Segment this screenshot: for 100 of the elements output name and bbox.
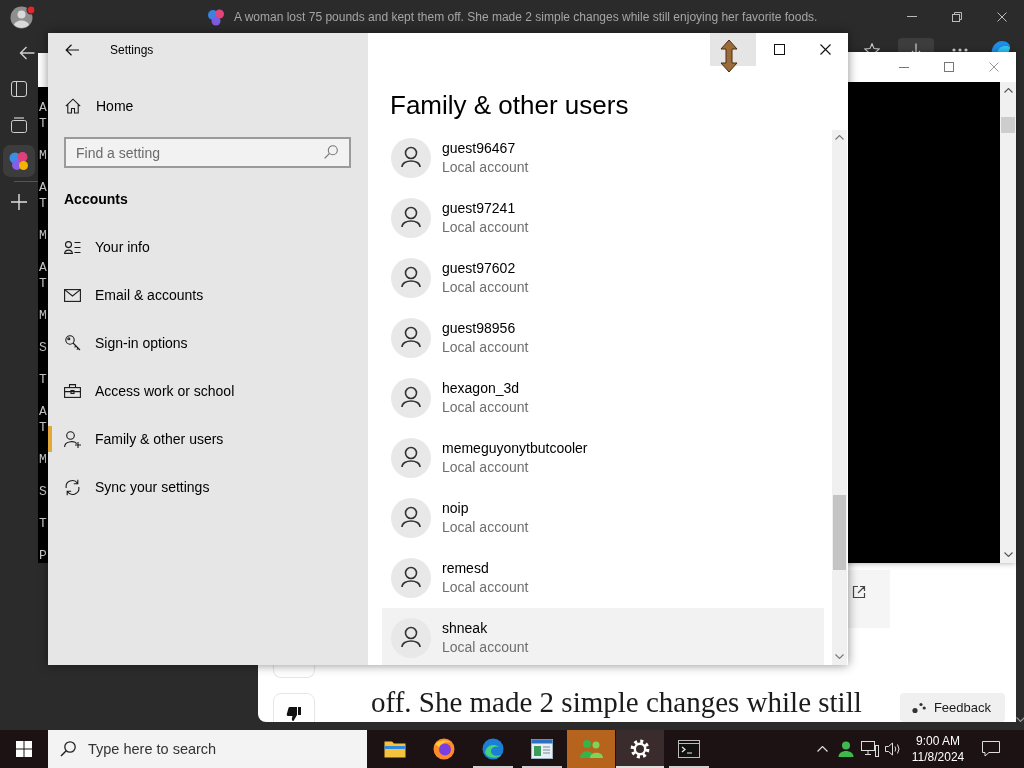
nav-item[interactable]: Sign-in options xyxy=(48,330,368,356)
download-icon xyxy=(911,43,921,52)
user-name: guest97241 xyxy=(442,199,517,218)
add-icon xyxy=(11,194,27,210)
sync-icon xyxy=(64,478,81,496)
scrollbar[interactable] xyxy=(832,130,847,665)
nav-item[interactable]: Your info xyxy=(48,234,368,260)
home-item[interactable]: Home xyxy=(48,82,368,130)
article-headline: off. She made 2 simple changes while still xyxy=(371,685,862,720)
search-icon xyxy=(60,741,76,757)
user-row[interactable]: guest96467 Local account xyxy=(382,128,824,188)
console-text: P xyxy=(39,548,47,563)
user-row[interactable]: guest97241 Local account xyxy=(382,188,824,248)
feedback-button[interactable]: Feedback xyxy=(899,693,1005,722)
scroll-down-icon xyxy=(1015,717,1024,722)
people-icon xyxy=(578,739,604,759)
account-type: Local account xyxy=(442,518,529,537)
star-icon xyxy=(864,43,880,52)
search-field[interactable]: Type here to search xyxy=(48,730,367,768)
home-icon xyxy=(64,98,81,114)
console-text: A xyxy=(39,180,47,196)
user-row[interactable]: memeguyonytbutcooler Local account xyxy=(382,428,824,488)
user-avatar-icon xyxy=(391,498,431,538)
user-avatar-icon xyxy=(391,438,431,478)
user-avatar-icon xyxy=(391,378,431,418)
volume-icon xyxy=(885,742,903,756)
minimize-icon xyxy=(898,66,909,68)
tab-title: A woman lost 75 pounds and kept them off. She made 2 simple changes while still enjoying her favorite foods. xyxy=(234,9,818,24)
scrollbar-thumb[interactable] xyxy=(833,495,846,570)
user-row[interactable]: guest97602 Local account xyxy=(382,248,824,308)
scrollbar-thumb[interactable] xyxy=(1001,117,1015,133)
user-name: hexagon_3d xyxy=(442,379,521,398)
profile-button[interactable] xyxy=(10,4,36,29)
user-avatar-icon xyxy=(391,318,431,358)
more-icon xyxy=(952,48,968,52)
nav-item[interactable]: Email & accounts xyxy=(48,282,368,308)
briefcase-icon xyxy=(64,384,81,398)
user-avatar-icon xyxy=(391,198,431,238)
key-icon xyxy=(64,334,81,352)
person-icon xyxy=(838,741,854,757)
close-icon xyxy=(996,11,1007,22)
user-avatar-icon xyxy=(391,558,431,598)
user-name: remesd xyxy=(442,559,490,578)
user-avatar-icon xyxy=(391,138,431,178)
scrollbar[interactable] xyxy=(1000,82,1016,563)
user-name: guest98956 xyxy=(442,319,517,338)
dots-icon xyxy=(911,701,926,714)
maximize-icon xyxy=(943,62,954,72)
section-heading: Accounts xyxy=(64,190,129,209)
console-text: T xyxy=(39,516,47,532)
nav-item[interactable]: Access work or school xyxy=(48,378,368,404)
nav-item[interactable]: Sync your settings xyxy=(48,474,368,500)
account-type: Local account xyxy=(442,338,529,357)
user-row[interactable]: shneak Local account xyxy=(382,608,824,665)
scroll-up-icon xyxy=(835,135,844,140)
account-type: Local account xyxy=(442,278,529,297)
back-arrow-icon xyxy=(65,43,79,56)
external-link-icon[interactable] xyxy=(852,585,866,599)
scroll-down-icon xyxy=(835,653,844,659)
user-name: shneak xyxy=(442,619,489,638)
user-name: guest96467 xyxy=(442,139,517,158)
user-row[interactable]: hexagon_3d Local account xyxy=(382,368,824,428)
console-text: M xyxy=(39,228,47,244)
clock-button[interactable]: 9:00 AM 11/8/2024 xyxy=(906,730,970,768)
thumbs-down-icon xyxy=(286,706,302,722)
person-add-icon xyxy=(64,430,81,448)
download-button[interactable] xyxy=(898,38,934,52)
account-type: Local account xyxy=(442,218,529,237)
console-text: S xyxy=(39,484,47,500)
account-type: Local account xyxy=(442,458,530,477)
swirl-icon xyxy=(989,40,1011,52)
user-row[interactable]: guest98956 Local account xyxy=(382,308,824,368)
search-icon xyxy=(324,145,338,159)
account-type: Local account xyxy=(442,638,529,657)
user-row[interactable]: noip Local account xyxy=(382,488,824,548)
notification-icon xyxy=(982,741,1000,757)
terminal-icon xyxy=(678,740,700,758)
sidebar-button[interactable] xyxy=(3,145,35,177)
window-title: Settings xyxy=(110,42,154,57)
console-text: T xyxy=(39,116,47,132)
account-type: Local account xyxy=(442,398,529,417)
console-text: T xyxy=(39,196,47,212)
settings-icon xyxy=(630,739,650,759)
close-icon xyxy=(819,44,831,55)
envelope-icon xyxy=(64,288,81,302)
console-text: T xyxy=(39,372,47,388)
user-avatar-icon xyxy=(391,258,431,298)
user-row[interactable]: remesd Local account xyxy=(382,548,824,608)
account-type: Local account xyxy=(442,578,529,597)
windows-logo-icon xyxy=(16,741,32,757)
console-text: A xyxy=(39,404,47,420)
window-icon xyxy=(531,739,553,759)
minimize-icon xyxy=(906,16,917,17)
console-text: M xyxy=(39,308,47,324)
console-text: M xyxy=(39,452,47,468)
search-field[interactable]: Find a setting xyxy=(64,137,351,168)
user-name: memeguyonytbutcooler xyxy=(442,439,588,458)
console-text: A xyxy=(39,100,47,116)
taskbar-button[interactable] xyxy=(616,730,664,768)
blobs-icon xyxy=(207,7,225,26)
